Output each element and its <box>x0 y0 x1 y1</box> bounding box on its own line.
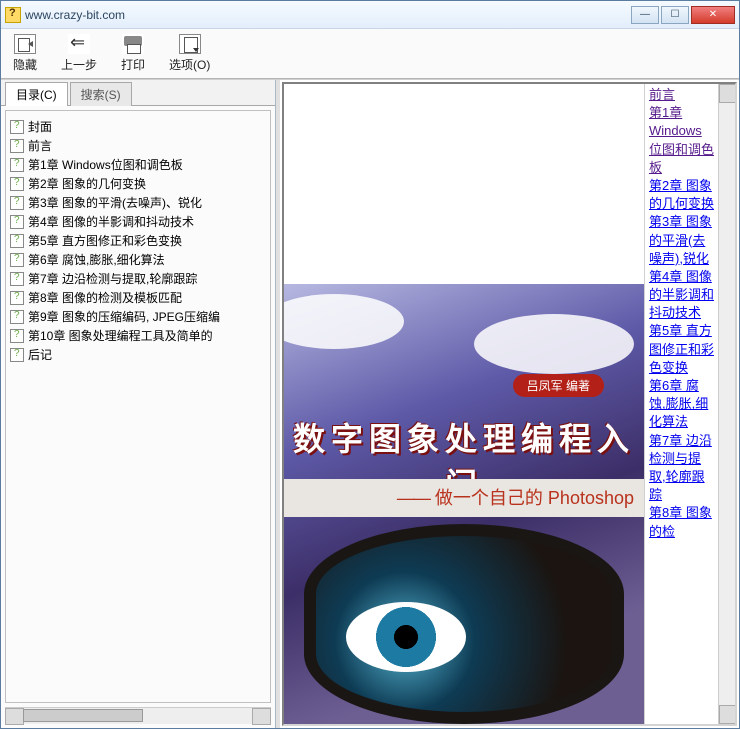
cloud-decoration <box>284 294 404 349</box>
cover-whitespace <box>284 84 644 284</box>
page-icon <box>10 253 24 267</box>
toc-label: 后记 <box>28 346 52 363</box>
page-icon <box>10 310 24 324</box>
chapter-link[interactable]: 第7章 边沿检测与提取,轮廓跟踪 <box>649 432 714 505</box>
author-badge: 吕凤军 编著 <box>513 374 604 397</box>
scrollbar-thumb[interactable] <box>23 709 143 722</box>
chapter-link[interactable]: 第8章 图象的检 <box>649 504 714 540</box>
navigation-pane: 目录(C) 搜索(S) 封面前言第1章 Windows位图和调色板第2章 图象的… <box>1 80 276 728</box>
book-cover-image: 吕凤军 编著 数字图象处理编程入门 ——做一个自己的 Photoshop <box>284 284 644 724</box>
hide-icon <box>14 34 36 54</box>
chm-window: www.crazy-bit.com — ☐ ✕ 隐藏 上一步 打印 选项(O) … <box>0 0 740 729</box>
toolbar: 隐藏 上一步 打印 选项(O) <box>1 29 739 79</box>
toc-item[interactable]: 前言 <box>10 136 266 155</box>
chapter-link[interactable]: 第1章 <box>649 104 714 122</box>
splitter[interactable] <box>276 80 280 728</box>
close-button[interactable]: ✕ <box>691 6 735 24</box>
toc-item[interactable]: 第6章 腐蚀,膨胀,细化算法 <box>10 250 266 269</box>
toc-label: 第1章 Windows位图和调色板 <box>28 156 183 173</box>
chapter-link[interactable]: 第6章 腐蚀,膨胀,细化算法 <box>649 377 714 432</box>
minimize-button[interactable]: — <box>631 6 659 24</box>
cloud-decoration <box>474 314 634 374</box>
book-subtitle: ——做一个自己的 Photoshop <box>284 484 634 510</box>
toc-item[interactable]: 第5章 直方图修正和彩色变换 <box>10 231 266 250</box>
chapter-link[interactable]: 第2章 图象的几何变换 <box>649 177 714 213</box>
page-icon <box>10 196 24 210</box>
toc-item[interactable]: 第2章 图象的几何变换 <box>10 174 266 193</box>
page-icon <box>10 158 24 172</box>
toc-label: 第6章 腐蚀,膨胀,细化算法 <box>28 251 165 268</box>
page-icon <box>10 329 24 343</box>
titlebar[interactable]: www.crazy-bit.com — ☐ ✕ <box>1 1 739 29</box>
page-icon <box>10 272 24 286</box>
content-vscrollbar[interactable] <box>718 84 735 724</box>
chapter-link[interactable]: 第5章 直方图修正和彩色变换 <box>649 322 714 377</box>
help-icon <box>5 7 21 23</box>
toc-label: 前言 <box>28 137 52 154</box>
back-button[interactable]: 上一步 <box>57 32 101 75</box>
toc-label: 第10章 图象处理编程工具及简单的 <box>28 327 213 344</box>
window-buttons: — ☐ ✕ <box>629 6 735 24</box>
toc-item[interactable]: 第10章 图象处理编程工具及简单的 <box>10 326 266 345</box>
body: 目录(C) 搜索(S) 封面前言第1章 Windows位图和调色板第2章 图象的… <box>1 79 739 728</box>
toc-tree[interactable]: 封面前言第1章 Windows位图和调色板第2章 图象的几何变换第3章 图象的平… <box>5 110 271 703</box>
cover-page: 吕凤军 编著 数字图象处理编程入门 ——做一个自己的 Photoshop <box>284 84 644 724</box>
toc-label: 第2章 图象的几何变换 <box>28 175 146 192</box>
eye-graphic <box>346 602 466 672</box>
toc-label: 第7章 边沿检测与提取,轮廓跟踪 <box>28 270 197 287</box>
toc-item[interactable]: 第4章 图像的半影调和抖动技术 <box>10 212 266 231</box>
nav-tabs: 目录(C) 搜索(S) <box>1 80 275 106</box>
toc-item[interactable]: 第1章 Windows位图和调色板 <box>10 155 266 174</box>
toc-label: 第4章 图像的半影调和抖动技术 <box>28 213 194 230</box>
hide-button[interactable]: 隐藏 <box>9 32 41 75</box>
maximize-button[interactable]: ☐ <box>661 6 689 24</box>
toc-item[interactable]: 第8章 图像的检测及模板匹配 <box>10 288 266 307</box>
toc-label: 第5章 直方图修正和彩色变换 <box>28 232 182 249</box>
options-icon <box>179 34 201 54</box>
window-title: www.crazy-bit.com <box>25 8 629 22</box>
page-icon <box>10 291 24 305</box>
toc-item[interactable]: 第7章 边沿检测与提取,轮廓跟踪 <box>10 269 266 288</box>
page-icon <box>10 215 24 229</box>
chapter-link[interactable]: Windows位图和调色板 <box>649 122 714 177</box>
toc-label: 第8章 图像的检测及模板匹配 <box>28 289 182 306</box>
chapter-link[interactable]: 第3章 图象的平滑(去噪声),锐化 <box>649 213 714 268</box>
toc-item[interactable]: 后记 <box>10 345 266 364</box>
toc-item[interactable]: 封面 <box>10 117 266 136</box>
nav-hscrollbar[interactable] <box>5 707 271 724</box>
page-icon <box>10 139 24 153</box>
toc-item[interactable]: 第3章 图象的平滑(去噪声)、锐化 <box>10 193 266 212</box>
print-button[interactable]: 打印 <box>117 32 149 75</box>
chapter-link[interactable]: 第4章 图像的半影调和抖动技术 <box>649 268 714 323</box>
right-nav-links[interactable]: 前言第1章Windows位图和调色板第2章 图象的几何变换第3章 图象的平滑(去… <box>644 84 718 724</box>
toc-label: 封面 <box>28 118 52 135</box>
print-icon <box>122 34 144 54</box>
page-icon <box>10 234 24 248</box>
chapter-link[interactable]: 前言 <box>649 86 714 104</box>
options-button[interactable]: 选项(O) <box>165 32 214 75</box>
page-icon <box>10 177 24 191</box>
content-pane: 吕凤军 编著 数字图象处理编程入门 ——做一个自己的 Photoshop 前言第… <box>282 82 737 726</box>
lens-graphic <box>304 524 624 724</box>
toc-item[interactable]: 第9章 图象的压缩编码, JPEG压缩编 <box>10 307 266 326</box>
toc-label: 第9章 图象的压缩编码, JPEG压缩编 <box>28 308 220 325</box>
tab-contents[interactable]: 目录(C) <box>5 82 68 106</box>
tab-search[interactable]: 搜索(S) <box>70 82 132 106</box>
back-icon <box>68 34 90 54</box>
page-icon <box>10 120 24 134</box>
page-icon <box>10 348 24 362</box>
toc-label: 第3章 图象的平滑(去噪声)、锐化 <box>28 194 202 211</box>
